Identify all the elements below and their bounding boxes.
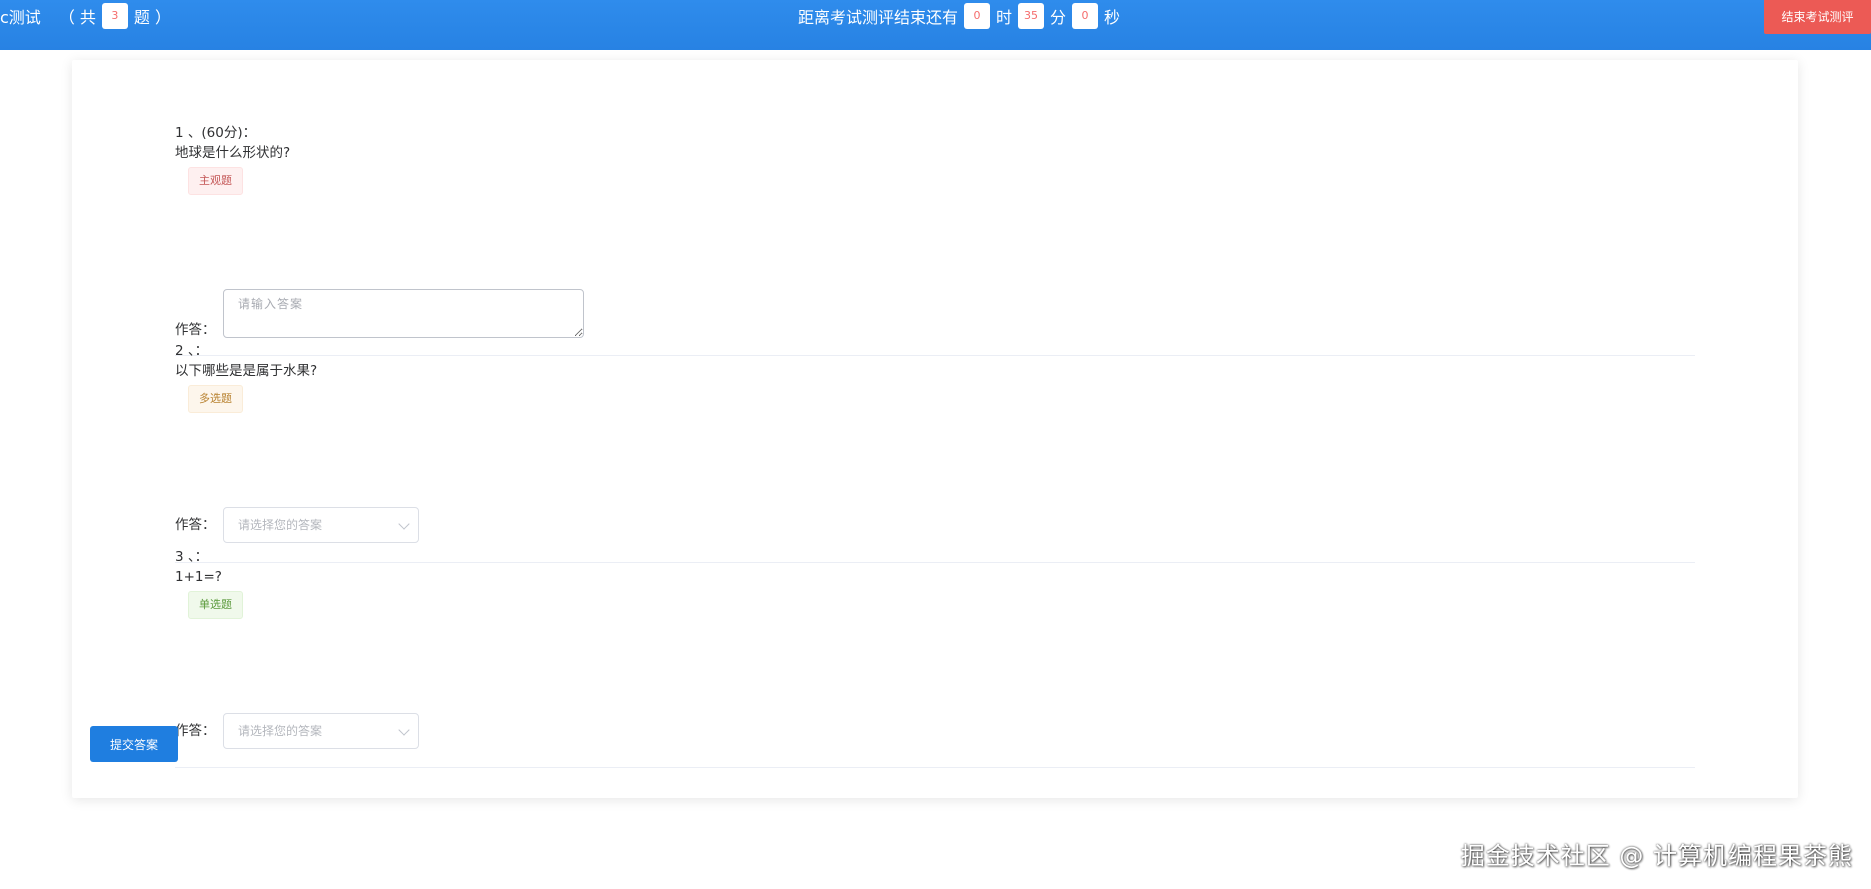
select-placeholder: 请选择您的答案 [238,724,323,738]
question-item-2: 2 、： 以下哪些是是属于水果? 多选题 作答： 请选择您的答案 [175,341,1695,563]
answer-row: 作答： 请选择您的答案 [175,713,419,749]
top-header-bar: c测试 （ 共 3 题 ） 距离考试测评结束还有 0 时 35 分 0 秒 结束… [0,0,1871,50]
exam-name: c测试 [0,8,41,27]
question-header: 1 、(60分)： [175,125,257,141]
timer-hours: 0 [964,3,991,29]
answer-row: 作答： 请选择您的答案 [175,507,419,543]
watermark: 掘金技术社区 @ 计算机编程果茶熊 [1460,842,1853,870]
question-text: 以下哪些是是属于水果? [175,363,318,379]
end-exam-button[interactable]: 结束考试测评 [1764,0,1871,34]
chevron-down-icon [398,724,410,736]
exam-card: 1 、(60分)： 地球是什么形状的? 主观题 作答： 2 、： 以下哪些是是属… [72,60,1798,798]
answer-textarea[interactable] [223,289,584,338]
submit-answers-button[interactable]: 提交答案 [90,726,178,762]
answer-row: 作答： [175,289,584,338]
question-header: 3 、： [175,549,209,565]
question-type-tag: 多选题 [188,385,243,413]
answer-label: 作答： [175,322,216,338]
question-count-suffix: 题 ） [133,8,171,27]
timer-seconds-unit: 秒 [1104,8,1121,27]
question-count-prefix: （ 共 [58,8,96,27]
select-placeholder: 请选择您的答案 [238,518,323,532]
answer-single-select[interactable]: 请选择您的答案 [223,713,419,749]
answer-label: 作答： [175,517,216,533]
timer-minutes: 35 [1018,3,1045,29]
timer-prefix: 距离考试测评结束还有 [798,8,959,27]
question-type-tag: 单选题 [188,591,243,619]
exam-title: c测试 （ 共 3 题 ） [0,3,171,29]
question-type-tag: 主观题 [188,167,243,195]
question-text: 地球是什么形状的? [175,145,291,161]
countdown-timer: 距离考试测评结束还有 0 时 35 分 0 秒 [798,3,1120,29]
timer-hours-unit: 时 [996,8,1013,27]
question-header: 2 、： [175,343,209,359]
answer-multi-select[interactable]: 请选择您的答案 [223,507,419,543]
question-count-badge: 3 [101,3,128,29]
question-item-3: 3 、： 1+1=? 单选题 作答： 请选择您的答案 [175,547,1695,768]
question-item-1: 1 、(60分)： 地球是什么形状的? 主观题 作答： [175,123,1695,356]
chevron-down-icon [398,518,410,530]
timer-seconds: 0 [1072,3,1099,29]
timer-minutes-unit: 分 [1050,8,1067,27]
question-text: 1+1=? [175,569,222,585]
answer-label: 作答： [175,723,216,739]
